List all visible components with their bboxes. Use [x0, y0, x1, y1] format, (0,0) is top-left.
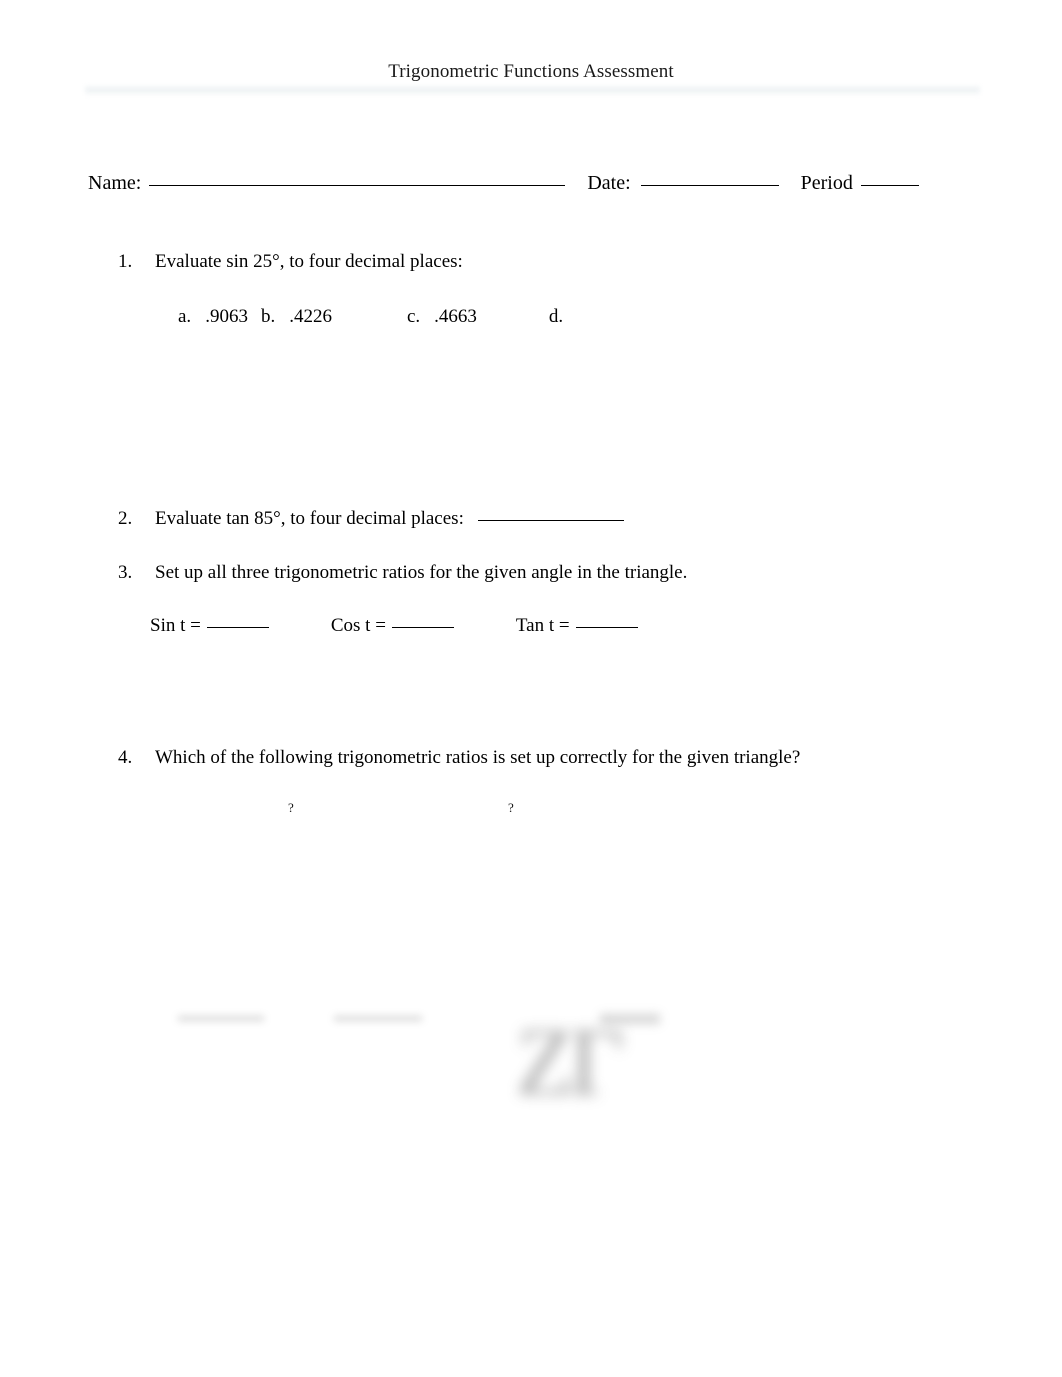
page-header: Trigonometric Functions Assessment: [0, 60, 1062, 84]
question-2-answer-blank[interactable]: [477, 520, 624, 521]
period-label: Period: [800, 172, 853, 194]
sin-ratio-label: Sin t =: [150, 615, 201, 636]
choice-a-value[interactable]: .9063: [205, 304, 248, 330]
cos-ratio-label: Cos t =: [330, 615, 386, 636]
question-1-number: 1.: [118, 251, 133, 272]
question-3: 3. Set up all three trigonometric ratios…: [118, 560, 938, 586]
faded-fraction-bar-left: [178, 1016, 264, 1021]
question-2: 2. Evaluate tan 85°, to four decimal pla…: [118, 506, 938, 532]
name-label: Name:: [88, 172, 142, 194]
question-4-text: Which of the following trigonometric rat…: [155, 747, 801, 768]
header-divider: [85, 86, 980, 96]
choice-b-value[interactable]: .4226: [289, 304, 332, 330]
question-3-text: Set up all three trigonometric ratios fo…: [155, 562, 688, 583]
faded-blurred-glyph: ZΓ: [516, 1008, 624, 1115]
question-4-number: 4.: [118, 747, 133, 768]
period-input-blank[interactable]: [860, 185, 919, 186]
question-1: 1. Evaluate sin 25°, to four decimal pla…: [118, 249, 938, 275]
sin-ratio-blank[interactable]: [206, 627, 269, 628]
worksheet-page: Trigonometric Functions Assessment Name:…: [0, 0, 1062, 1377]
choice-a-letter[interactable]: a.: [178, 304, 191, 330]
question-4-placeholder-1: ?: [288, 800, 294, 815]
choice-c-value[interactable]: .4663: [434, 304, 477, 330]
question-2-number: 2.: [118, 508, 133, 529]
question-2-body: Evaluate tan 85°, to four decimal places…: [155, 506, 938, 532]
question-1-choices: a. .9063 b. .4226 c. .4663 d.: [178, 304, 563, 330]
faded-glyph-overbar: [600, 1014, 660, 1024]
identity-line: Name: Date: Period: [88, 170, 968, 196]
tan-ratio-label: Tan t =: [515, 615, 570, 636]
name-input-blank[interactable]: [149, 185, 566, 186]
question-3-ratio-blanks: Sin t = Cos t = Tan t =: [150, 613, 638, 639]
question-2-text: Evaluate tan 85°, to four decimal places…: [155, 508, 464, 529]
choice-b-letter[interactable]: b.: [261, 304, 275, 330]
page-title: Trigonometric Functions Assessment: [388, 61, 674, 82]
cos-ratio-blank[interactable]: [391, 627, 454, 628]
tan-ratio-blank[interactable]: [575, 627, 638, 628]
question-1-text: Evaluate sin 25°, to four decimal places…: [155, 251, 463, 272]
choice-c-letter[interactable]: c.: [407, 304, 420, 330]
question-4: 4. Which of the following trigonometric …: [118, 745, 948, 771]
date-input-blank[interactable]: [640, 185, 779, 186]
date-label: Date:: [587, 172, 631, 194]
question-4-placeholder-2: ?: [508, 800, 514, 815]
question-3-number: 3.: [118, 562, 133, 583]
faded-fraction-bar-right: [334, 1016, 422, 1021]
choice-d-letter[interactable]: d.: [549, 304, 563, 330]
